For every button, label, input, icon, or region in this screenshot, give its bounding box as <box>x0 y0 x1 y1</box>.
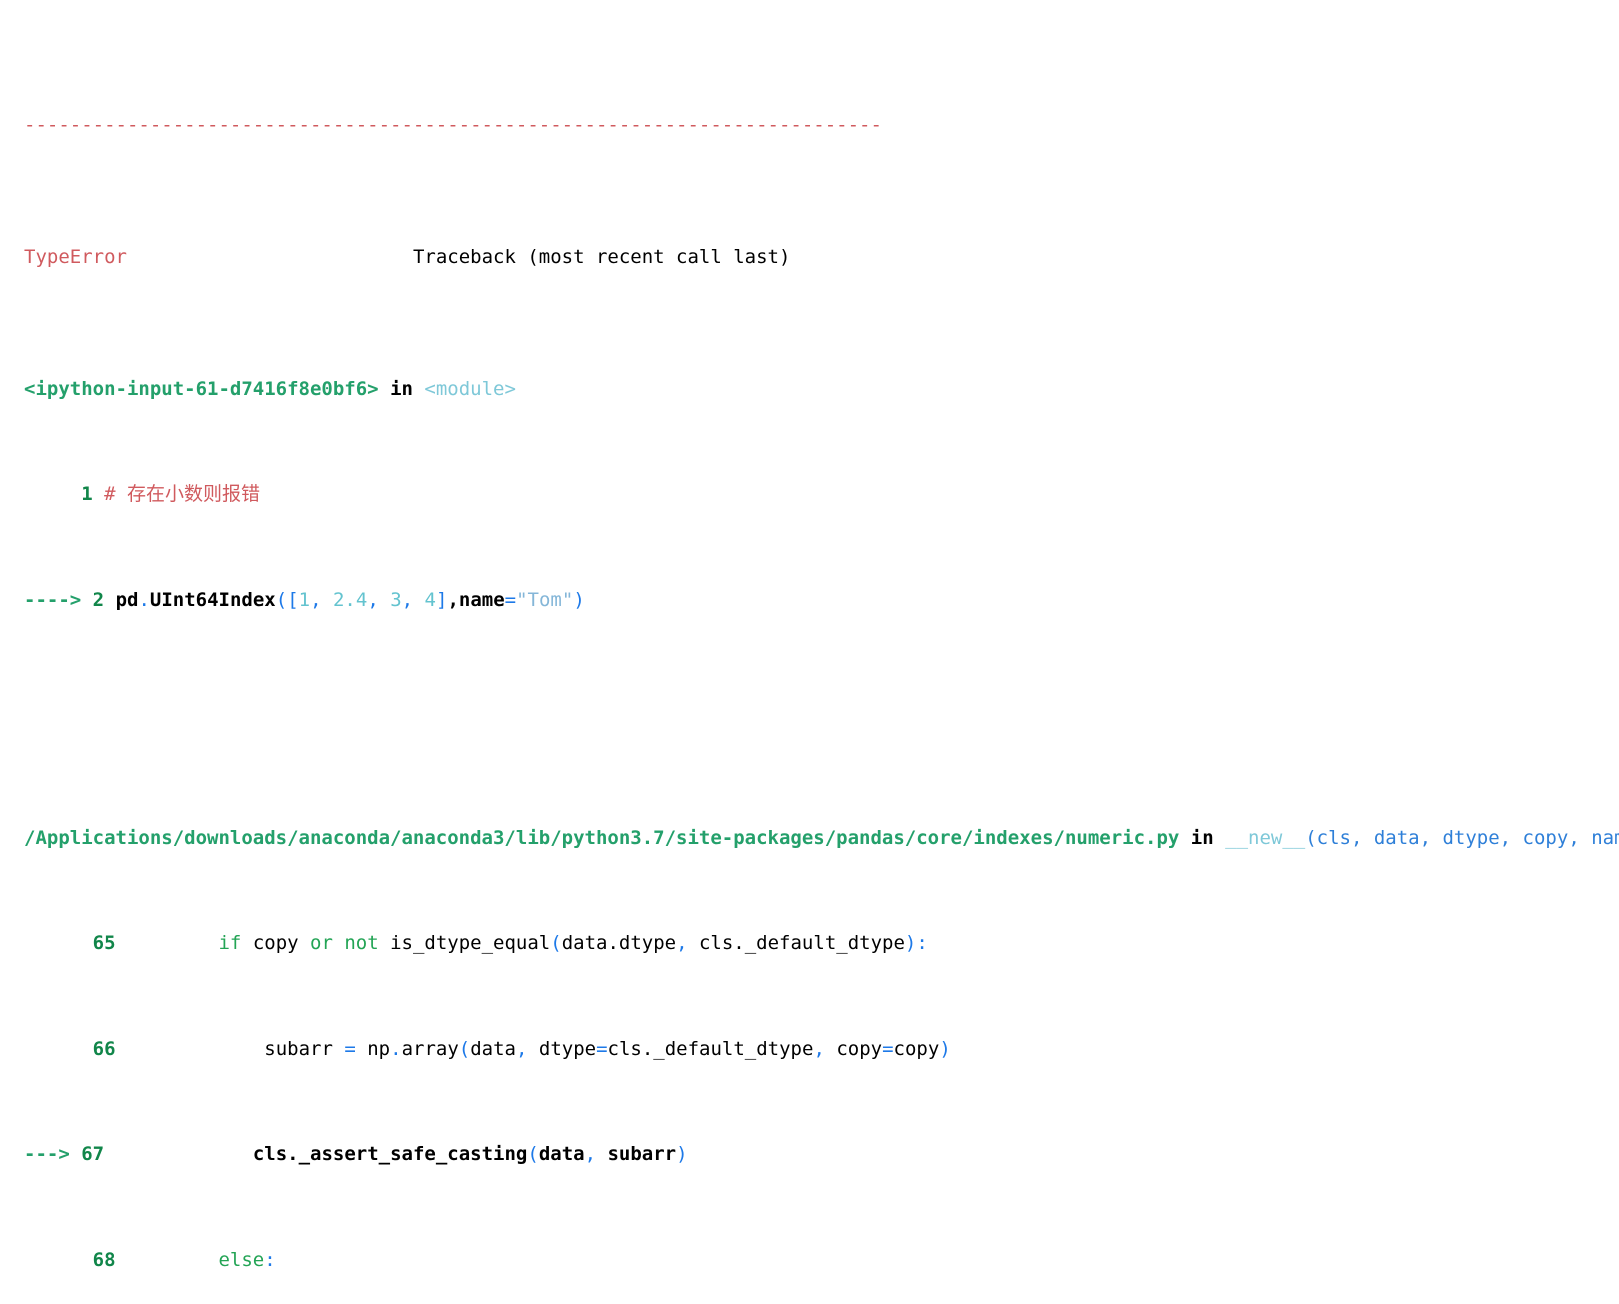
sp <box>116 1038 265 1060</box>
ipython-traceback: ----------------------------------------… <box>0 0 1619 1304</box>
line-arrow: ---> <box>24 1143 70 1166</box>
line-number: 66 <box>92 1037 116 1060</box>
code-line: 1 # 存在小数则报错 <box>24 481 1619 507</box>
line-number: 2 <box>92 588 105 611</box>
sp <box>1214 827 1225 849</box>
code-line: 68 else: <box>24 1247 1619 1273</box>
frame-path: /Applications/downloads/anaconda/anacond… <box>24 826 1180 849</box>
line-number: 68 <box>92 1249 116 1272</box>
sp <box>81 589 92 611</box>
line-arrow <box>24 483 81 505</box>
sp <box>70 1143 81 1165</box>
line-code: pd.UInt64Index([1, 2.4, 3, 4],name="Tom"… <box>115 588 585 611</box>
code-line: 66 subarr = np.array(data, dtype=cls._de… <box>24 1036 1619 1062</box>
traceback-separator: ----------------------------------------… <box>24 112 1619 138</box>
sp <box>116 1249 219 1271</box>
code-line-highlighted: ---> 67 cls._assert_safe_casting(data, s… <box>24 1141 1619 1167</box>
line-code: if copy or not is_dtype_equal(data.dtype… <box>218 932 928 955</box>
header-gap <box>127 246 413 268</box>
line-number: 67 <box>81 1143 105 1166</box>
line-arrow <box>24 1249 93 1271</box>
sp <box>1179 827 1190 849</box>
sp <box>379 378 390 400</box>
line-number: 1 <box>81 483 93 506</box>
frame-path: <ipython-input-61-d7416f8e0bf6> <box>24 377 379 400</box>
sp <box>413 378 424 400</box>
line-arrow: ----> <box>24 588 82 611</box>
sp <box>104 589 115 611</box>
line-code: subarr = np.array(data, dtype=cls._defau… <box>264 1037 951 1060</box>
frame-location: /Applications/downloads/anaconda/anacond… <box>24 825 1619 851</box>
frame-function: __new__(cls, data, dtype, copy, name) <box>1225 826 1619 849</box>
line-code: # 存在小数则报错 <box>104 483 260 506</box>
exception-name: TypeError <box>24 245 127 268</box>
line-arrow <box>24 1038 93 1060</box>
frame-in-keyword: in <box>390 377 413 400</box>
separator-dashes: ----------------------------------------… <box>24 113 882 136</box>
line-code: else: <box>218 1249 276 1272</box>
sp <box>104 1143 253 1165</box>
frame-location: <ipython-input-61-d7416f8e0bf6> in <modu… <box>24 376 1619 402</box>
code-line: 65 if copy or not is_dtype_equal(data.dt… <box>24 930 1619 956</box>
line-arrow <box>24 932 93 954</box>
frame-function: <module> <box>424 377 516 400</box>
traceback-header: TypeError Traceback (most recent call la… <box>24 244 1619 270</box>
frame-in-keyword: in <box>1190 826 1214 849</box>
line-code: cls._assert_safe_casting(data, subarr) <box>252 1143 688 1166</box>
header-note: Traceback (most recent call last) <box>412 245 791 268</box>
code-line-highlighted: ----> 2 pd.UInt64Index([1, 2.4, 3, 4],na… <box>24 587 1619 613</box>
line-number: 65 <box>92 932 116 955</box>
sp <box>93 483 104 505</box>
sp <box>116 932 219 954</box>
